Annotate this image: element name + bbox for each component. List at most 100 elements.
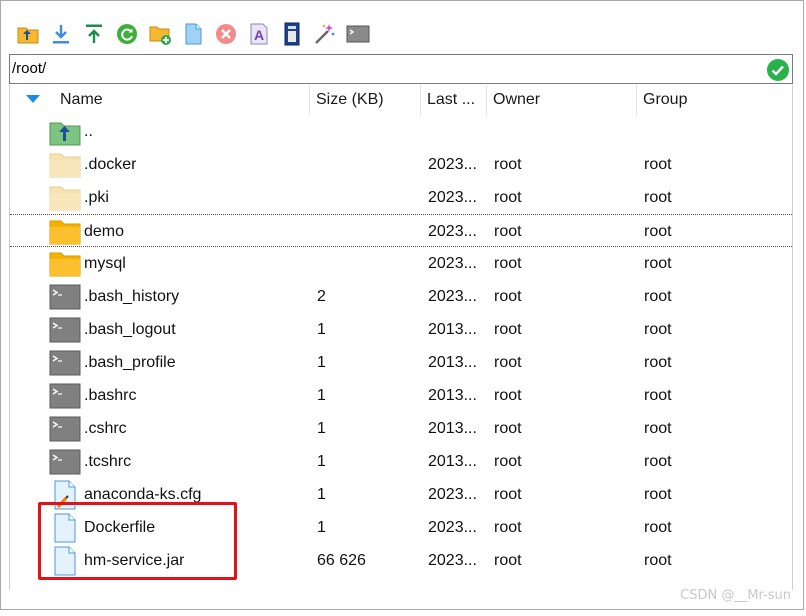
file-group: root [644, 321, 672, 338]
file-last-modified: 2013... [428, 420, 477, 437]
file-name: anaconda-ks.cfg [84, 486, 202, 503]
file-name: hm-service.jar [84, 552, 185, 569]
folder-icon [48, 183, 82, 213]
file-owner: root [494, 156, 522, 173]
file-owner: root [494, 486, 522, 503]
upload-button[interactable] [81, 21, 107, 47]
file-group: root [644, 387, 672, 404]
refresh-button[interactable] [114, 21, 140, 47]
column-header-group[interactable]: Group [637, 85, 787, 115]
download-icon [53, 25, 69, 44]
file-name: .. [84, 123, 93, 140]
new-file-icon [185, 23, 202, 45]
column-header-name[interactable]: Name [54, 85, 310, 115]
terminal-button[interactable] [345, 21, 371, 47]
upload-icon [86, 24, 102, 43]
file-row[interactable]: mysql 2023... root root [10, 247, 792, 280]
file-row[interactable]: .bash_logout 1 2013... root root [10, 313, 792, 346]
sftp-file-browser-window: A /root/ Name Size (KB) Last ... Owner G… [0, 0, 804, 610]
file-owner: root [494, 519, 522, 536]
file-row[interactable]: .. [10, 115, 792, 148]
magic-button[interactable] [312, 21, 338, 47]
file-size: 1 [317, 453, 326, 470]
file-size: 2 [317, 288, 326, 305]
download-button[interactable] [48, 21, 74, 47]
column-header-last-modified[interactable]: Last ... [421, 85, 487, 115]
file-row[interactable]: Dockerfile 1 2023... root root [10, 511, 792, 544]
column-header-owner[interactable]: Owner [487, 85, 637, 115]
new-folder-button[interactable] [147, 21, 173, 47]
shell-script-icon [48, 282, 82, 312]
file-name: .bashrc [84, 387, 137, 404]
column-header-size[interactable]: Size (KB) [310, 85, 421, 115]
new-file-button[interactable] [180, 21, 206, 47]
watermark: CSDN @__Mr-sun [680, 588, 791, 603]
path-bar [9, 54, 793, 84]
file-owner: root [494, 552, 522, 569]
delete-icon [216, 24, 236, 44]
file-icon [48, 513, 82, 543]
file-group: root [644, 223, 672, 240]
file-last-modified: 2023... [428, 223, 477, 240]
file-owner: root [494, 288, 522, 305]
file-list-header: Name Size (KB) Last ... Owner Group [10, 85, 792, 115]
toolbar: A [11, 15, 791, 53]
shell-script-icon [48, 381, 82, 411]
file-owner: root [494, 387, 522, 404]
refresh-icon [117, 24, 137, 44]
properties-button[interactable] [279, 21, 305, 47]
file-last-modified: 2013... [428, 453, 477, 470]
file-group: root [644, 552, 672, 569]
file-size: 1 [317, 519, 326, 536]
file-name: demo [84, 223, 125, 240]
sort-descending-icon[interactable] [26, 95, 40, 103]
file-name: .docker [84, 156, 137, 173]
file-name: .tcshrc [84, 453, 132, 470]
file-row[interactable]: hm-service.jar 66 626 2023... root root [10, 544, 792, 577]
folder-icon [48, 249, 82, 279]
file-size: 1 [317, 420, 326, 437]
file-size: 1 [317, 387, 326, 404]
file-name: .pki [84, 189, 109, 206]
file-row[interactable]: demo 2023... root root [10, 214, 792, 247]
file-last-modified: 2023... [428, 552, 477, 569]
file-row[interactable]: .cshrc 1 2013... root root [10, 412, 792, 445]
file-owner: root [494, 189, 522, 206]
rename-button[interactable]: A [246, 21, 272, 47]
properties-icon [284, 22, 300, 46]
file-group: root [644, 288, 672, 305]
file-icon [48, 546, 82, 576]
file-size: 1 [317, 321, 326, 338]
folder-up-icon [17, 27, 39, 44]
file-name: mysql [84, 255, 126, 272]
file-row[interactable]: .tcshrc 1 2013... root root [10, 445, 792, 478]
new-folder-icon [149, 26, 171, 45]
file-group: root [644, 354, 672, 371]
file-last-modified: 2013... [428, 387, 477, 404]
file-last-modified: 2023... [428, 288, 477, 305]
file-row[interactable]: .bash_history 2 2023... root root [10, 280, 792, 313]
shell-script-icon [48, 414, 82, 444]
file-row[interactable]: anaconda-ks.cfg 1 2023... root root [10, 478, 792, 511]
shell-script-icon [48, 315, 82, 345]
magic-wand-icon [315, 24, 335, 44]
parent-folder-icon [48, 117, 82, 147]
path-input[interactable] [12, 58, 752, 78]
file-last-modified: 2023... [428, 486, 477, 503]
file-last-modified: 2023... [428, 519, 477, 536]
file-owner: root [494, 255, 522, 272]
svg-text:A: A [254, 27, 264, 43]
file-row[interactable]: .bash_profile 1 2013... root root [10, 346, 792, 379]
file-group: root [644, 486, 672, 503]
check-icon [767, 59, 789, 81]
file-owner: root [494, 321, 522, 338]
file-row[interactable]: .bashrc 1 2013... root root [10, 379, 792, 412]
file-size: 1 [317, 486, 326, 503]
file-last-modified: 2023... [428, 255, 477, 272]
file-name: .bash_logout [84, 321, 176, 338]
file-row[interactable]: .pki 2023... root root [10, 181, 792, 214]
parent-folder-button[interactable] [15, 21, 41, 47]
file-row[interactable]: .docker 2023... root root [10, 148, 792, 181]
go-button[interactable] [766, 58, 790, 82]
delete-button[interactable] [213, 21, 239, 47]
